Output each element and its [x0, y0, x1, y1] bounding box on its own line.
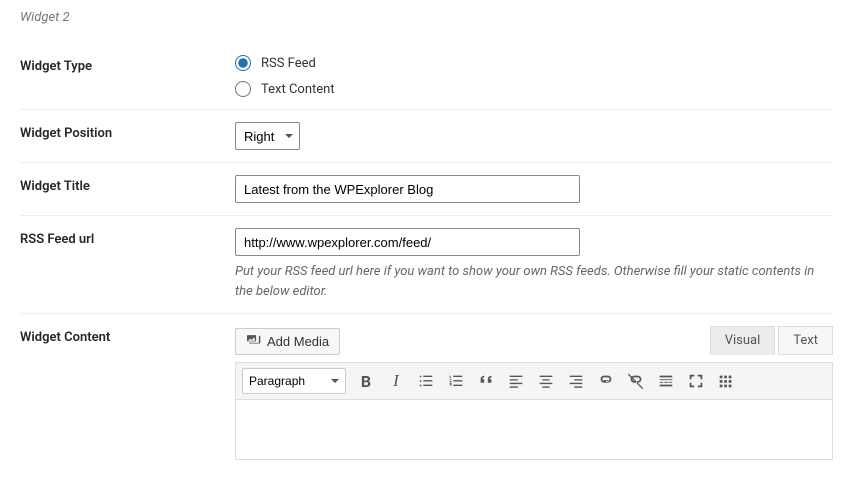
row-widget-content: Widget Content Add Media Visual Text Par…: [20, 314, 833, 472]
align-center-button[interactable]: [532, 367, 560, 395]
tab-text[interactable]: Text: [778, 326, 833, 355]
row-widget-title: Widget Title: [20, 163, 833, 216]
align-right-button[interactable]: [562, 367, 590, 395]
label-rss-feed-url: RSS Feed url: [20, 228, 235, 247]
toolbar-toggle-button[interactable]: [712, 367, 740, 395]
numbered-list-button[interactable]: [442, 367, 470, 395]
radio-label-text-content: Text Content: [261, 82, 335, 97]
radio-rss-feed[interactable]: [235, 55, 251, 71]
section-title: Widget 2: [20, 10, 833, 25]
select-widget-position[interactable]: Right: [235, 122, 300, 150]
input-widget-title[interactable]: [235, 175, 580, 203]
editor-content-area[interactable]: [235, 400, 833, 460]
link-button[interactable]: [592, 367, 620, 395]
input-rss-feed-url[interactable]: [235, 228, 580, 256]
radio-label-rss-feed: RSS Feed: [261, 56, 316, 71]
editor-header: Add Media Visual Text: [235, 326, 833, 355]
read-more-button[interactable]: [652, 367, 680, 395]
label-widget-title: Widget Title: [20, 175, 235, 194]
editor-toolbar: Paragraph B I: [235, 362, 833, 400]
radio-item-rss-feed[interactable]: RSS Feed: [235, 55, 833, 71]
radio-group-widget-type: RSS Feed Text Content: [235, 55, 833, 97]
italic-button[interactable]: I: [382, 367, 410, 395]
add-media-label: Add Media: [267, 334, 329, 349]
desc-rss-feed-url: Put your RSS feed url here if you want t…: [235, 262, 815, 301]
editor-wrapper: Paragraph B I: [235, 362, 833, 460]
label-widget-content: Widget Content: [20, 326, 235, 345]
align-left-button[interactable]: [502, 367, 530, 395]
bullet-list-button[interactable]: [412, 367, 440, 395]
unlink-button[interactable]: [622, 367, 650, 395]
media-icon: [246, 333, 262, 350]
row-rss-feed-url: RSS Feed url Put your RSS feed url here …: [20, 216, 833, 314]
row-widget-type: Widget Type RSS Feed Text Content: [20, 43, 833, 110]
tab-visual[interactable]: Visual: [710, 326, 776, 355]
row-widget-position: Widget Position Right: [20, 110, 833, 163]
label-widget-type: Widget Type: [20, 55, 235, 74]
blockquote-button[interactable]: [472, 367, 500, 395]
editor-tabs: Visual Text: [710, 326, 833, 355]
bold-button[interactable]: B: [352, 367, 380, 395]
radio-text-content[interactable]: [235, 81, 251, 97]
fullscreen-button[interactable]: [682, 367, 710, 395]
format-select[interactable]: Paragraph: [242, 368, 346, 394]
add-media-button[interactable]: Add Media: [235, 328, 340, 355]
radio-item-text-content[interactable]: Text Content: [235, 81, 833, 97]
label-widget-position: Widget Position: [20, 122, 235, 141]
